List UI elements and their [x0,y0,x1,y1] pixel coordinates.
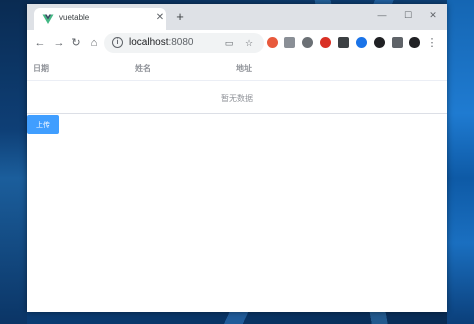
title-bar[interactable]: vuetable ✕ + — ☐ ✕ [27,4,447,30]
column-header-address: 地址 [236,64,252,73]
bookmark-star-icon[interactable]: ☆ [242,36,256,50]
desktop-left-edge [0,0,27,324]
home-button[interactable]: ⌂ [86,35,102,51]
browser-tab[interactable]: vuetable ✕ [34,8,166,30]
site-info-icon[interactable]: i [112,37,123,48]
table-empty-row: 暂无数据 [27,81,447,114]
table-header: 日期 姓名 地址 [27,56,447,81]
forward-button[interactable]: → [51,35,67,51]
extension-pen-icon[interactable] [356,37,367,48]
url-port: :8080 [168,37,194,48]
browser-toolbar: ← → ↻ ⌂ i localhost:8080 ▭ ☆ ⋮ [27,30,447,57]
url-host: localhost [129,37,169,48]
column-header-date: 日期 [33,64,49,73]
extension-red-circle-icon[interactable] [267,37,278,48]
page-content: 日期 姓名 地址 暂无数据 上传 [27,56,447,312]
install-app-icon[interactable]: ▭ [222,36,236,50]
extension-camera-icon[interactable] [302,37,313,48]
extension-hash-icon[interactable] [374,37,385,48]
browser-window: vuetable ✕ + — ☐ ✕ ← → ↻ ⌂ i localhost:8… [27,4,447,312]
extensions-puzzle-icon[interactable] [392,37,403,48]
tab-close-icon[interactable]: ✕ [154,11,166,25]
address-bar[interactable]: i localhost:8080 ▭ ☆ [104,33,264,53]
extension-screenshot-icon[interactable] [338,37,349,48]
extension-face-icon[interactable] [409,37,420,48]
reload-button[interactable]: ↻ [68,35,84,51]
vue-logo-icon [42,14,54,24]
upload-button[interactable]: 上传 [27,115,59,134]
desktop-right-edge [447,0,474,324]
minimize-button[interactable]: — [369,6,395,24]
tab-title: vuetable [59,13,90,22]
extension-image-icon[interactable] [284,37,295,48]
back-button[interactable]: ← [32,35,48,51]
extension-block-icon[interactable] [320,37,331,48]
column-header-name: 姓名 [135,64,151,73]
url-text[interactable]: localhost:8080 [129,37,194,48]
window-close-button[interactable]: ✕ [420,6,446,24]
empty-state-text: 暂无数据 [221,94,253,103]
new-tab-button[interactable]: + [172,9,188,25]
browser-menu-icon[interactable]: ⋮ [426,35,438,51]
maximize-button[interactable]: ☐ [395,6,421,24]
